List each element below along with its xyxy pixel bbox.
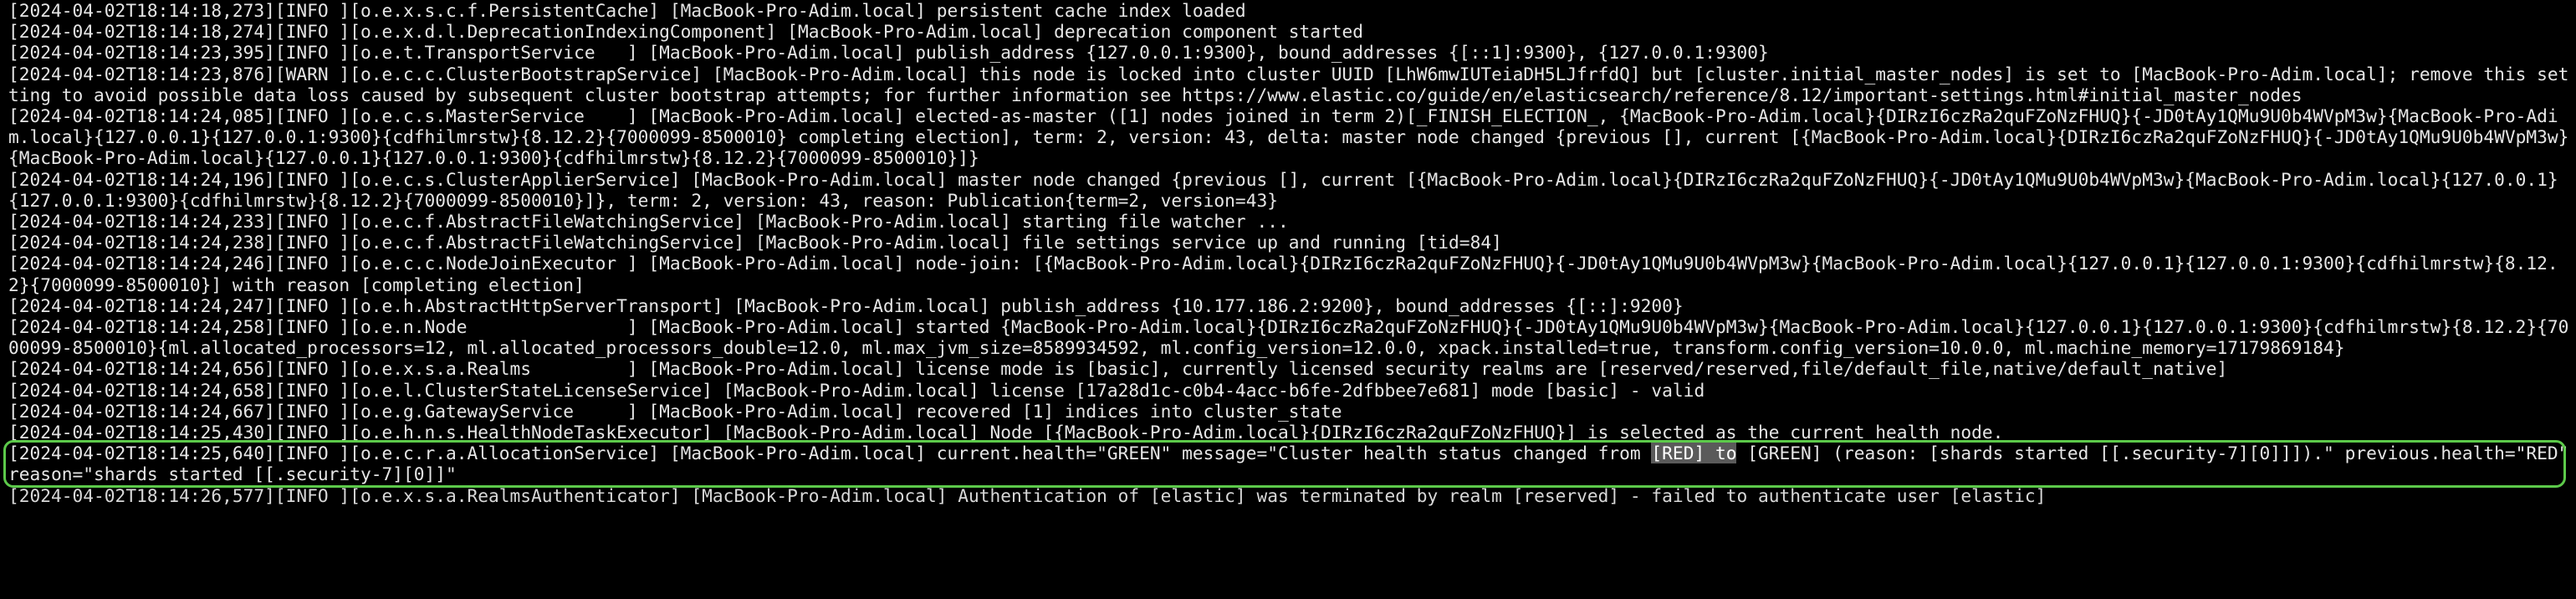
log-line: [2024-04-02T18:14:24,658][INFO ][o.e.l.C…	[8, 379, 1705, 401]
log-line-partial: [2024-04-02T18:14:26,577][INFO ][o.e.x.s…	[8, 484, 2047, 506]
log-line: [2024-04-02T18:14:24,656][INFO ][o.e.x.s…	[8, 358, 2228, 380]
highlighted-log-line[interactable]: [2024-04-02T18:14:25,640][INFO ][o.e.c.r…	[8, 443, 2571, 484]
log-output[interactable]: [2024-04-02T18:14:18,273][INFO ][o.e.x.s…	[8, 0, 2571, 506]
log-line: [2024-04-02T18:14:24,196][INFO ][o.e.c.s…	[8, 168, 2558, 211]
log-line: [2024-04-02T18:14:24,085][INFO ][o.e.c.s…	[8, 105, 2569, 169]
log-line: [2024-04-02T18:14:25,430][INFO ][o.e.h.n…	[8, 422, 2004, 443]
log-line: [2024-04-02T18:14:24,233][INFO ][o.e.c.f…	[8, 211, 1289, 233]
log-line: [2024-04-02T18:14:24,238][INFO ][o.e.c.f…	[8, 232, 1502, 253]
log-line: [2024-04-02T18:14:24,667][INFO ][o.e.g.G…	[8, 400, 1342, 422]
log-line: [2024-04-02T18:14:24,246][INFO ][o.e.c.c…	[8, 253, 2558, 295]
terminal-window[interactable]: [2024-04-02T18:14:18,273][INFO ][o.e.x.s…	[0, 0, 2576, 599]
log-line: [2024-04-02T18:14:18,274][INFO ][o.e.x.d…	[8, 21, 1364, 43]
highlighted-line-before: [2024-04-02T18:14:25,640][INFO ][o.e.c.r…	[8, 443, 1652, 464]
log-line: [2024-04-02T18:14:23,395][INFO ][o.e.t.T…	[8, 42, 1769, 64]
selected-text[interactable]: [RED] to	[1651, 443, 1737, 464]
log-line: [2024-04-02T18:14:18,273][INFO ][o.e.x.s…	[8, 0, 1246, 21]
log-line: [2024-04-02T18:14:24,247][INFO ][o.e.h.A…	[8, 294, 1684, 316]
log-line: [2024-04-02T18:14:23,876][WARN ][o.e.c.c…	[8, 63, 2569, 105]
log-line: [2024-04-02T18:14:24,258][INFO ][o.e.n.N…	[8, 316, 2569, 359]
